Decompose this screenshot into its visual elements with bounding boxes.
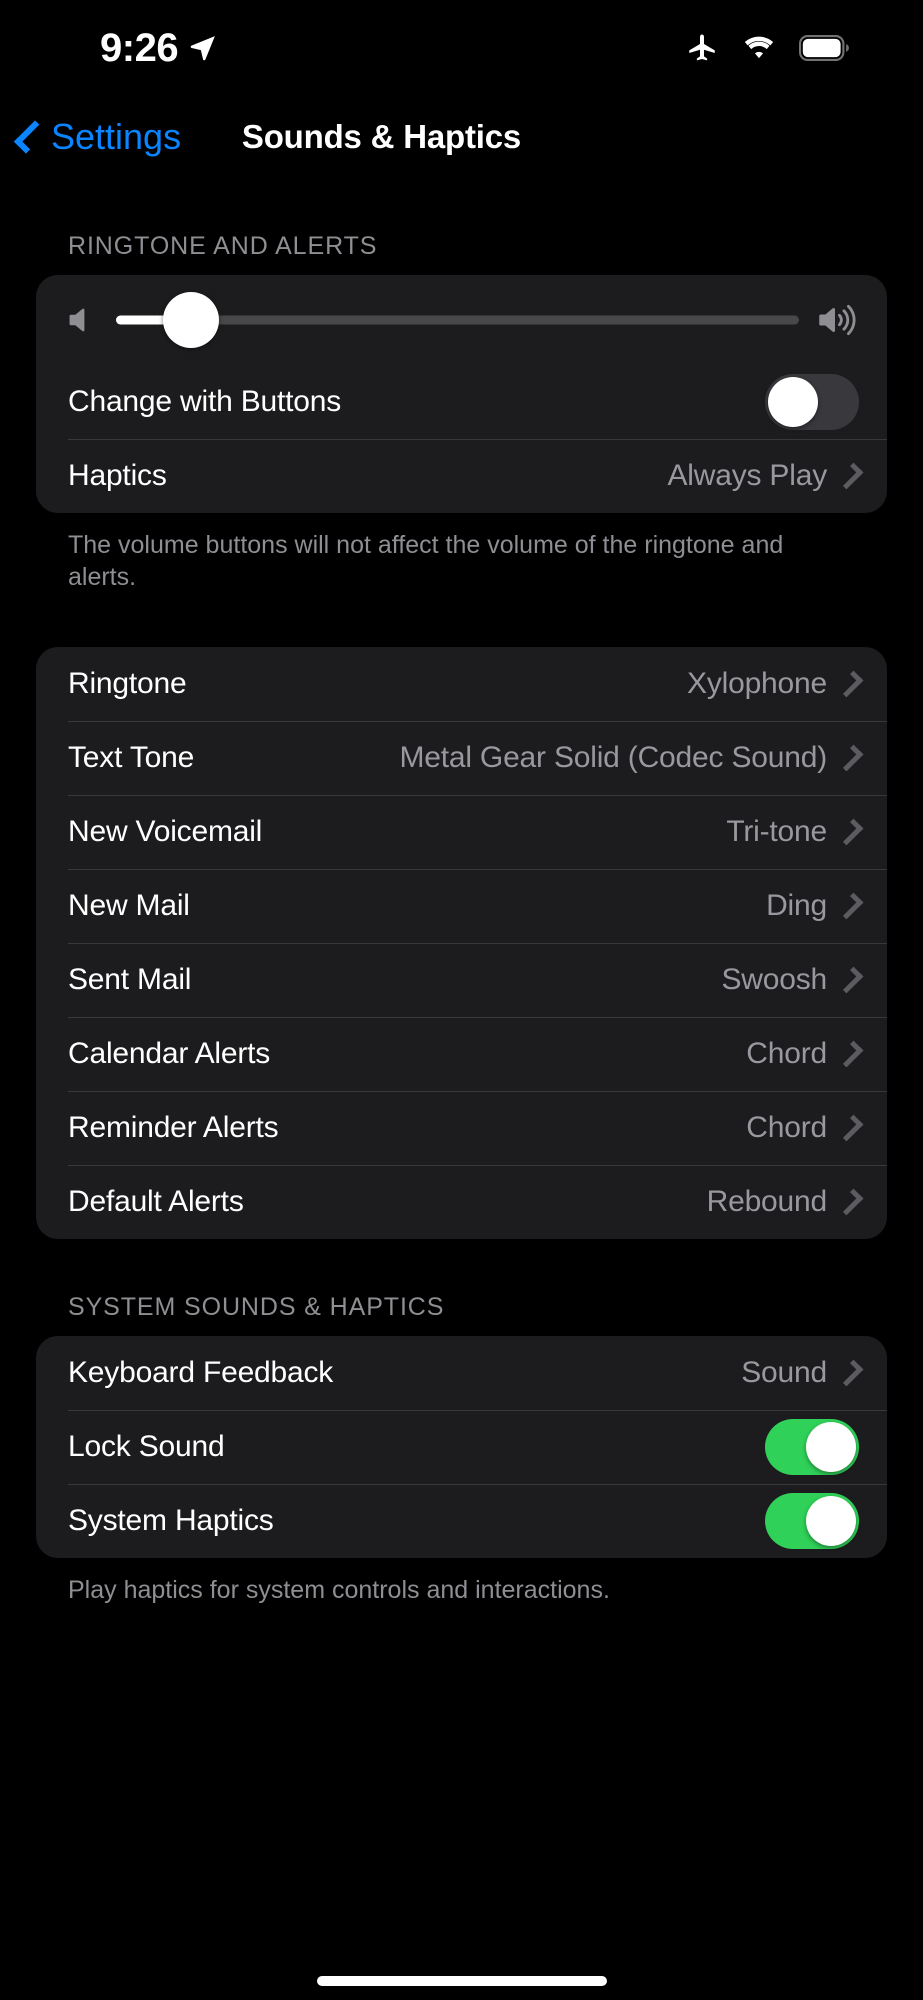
page-title-text: Sounds & Haptics xyxy=(242,118,521,156)
row-calendar-alerts[interactable]: Calendar Alerts Chord xyxy=(36,1017,887,1091)
toggle-knob xyxy=(806,1496,856,1546)
row-value: Metal Gear Solid (Codec Sound) xyxy=(399,741,827,775)
row-right: Chord xyxy=(746,1111,859,1145)
row-text-tone[interactable]: Text Tone Metal Gear Solid (Codec Sound) xyxy=(36,721,887,795)
navigation-bar: Settings Sounds & Haptics xyxy=(0,96,923,178)
row-label: New Voicemail xyxy=(68,815,262,849)
row-system-haptics[interactable]: System Haptics xyxy=(36,1484,887,1558)
row-right xyxy=(765,1493,859,1549)
row-keyboard-feedback[interactable]: Keyboard Feedback Sound xyxy=(36,1336,887,1410)
toggle-system-haptics[interactable] xyxy=(765,1493,859,1549)
spacer-before-system xyxy=(0,1239,923,1293)
row-value: Xylophone xyxy=(687,667,827,701)
section-footer-system: Play haptics for system controls and int… xyxy=(0,1558,923,1606)
row-label: Sent Mail xyxy=(68,963,191,997)
row-new-voicemail[interactable]: New Voicemail Tri-tone xyxy=(36,795,887,869)
row-sent-mail[interactable]: Sent Mail Swoosh xyxy=(36,943,887,1017)
row-right: Chord xyxy=(746,1037,859,1071)
wifi-icon xyxy=(741,34,777,62)
section-footer-ringtone: The volume buttons will not affect the v… xyxy=(0,513,923,593)
spacer-top xyxy=(0,178,923,232)
section-header-ringtone: RINGTONE AND ALERTS xyxy=(0,232,923,275)
row-reminder-alerts[interactable]: Reminder Alerts Chord xyxy=(36,1091,887,1165)
sounds-card: Ringtone Xylophone Text Tone Metal Gear … xyxy=(36,647,887,1239)
ringtone-volume-row xyxy=(36,275,887,365)
row-right: Always Play xyxy=(667,459,859,493)
row-value: Chord xyxy=(746,1037,827,1071)
row-right: Rebound xyxy=(707,1185,859,1219)
chevron-right-icon xyxy=(837,463,864,490)
slider-thumb[interactable] xyxy=(163,292,219,348)
row-label: Calendar Alerts xyxy=(68,1037,270,1071)
row-value: Swoosh xyxy=(721,963,827,997)
chevron-right-icon xyxy=(837,967,864,994)
row-value: Ding xyxy=(766,889,827,923)
row-label: Change with Buttons xyxy=(68,385,341,419)
status-bar-right xyxy=(685,31,851,65)
row-default-alerts[interactable]: Default Alerts Rebound xyxy=(36,1165,887,1239)
chevron-right-icon xyxy=(837,1041,864,1068)
chevron-right-icon xyxy=(837,1189,864,1216)
row-label: New Mail xyxy=(68,889,190,923)
toggle-lock-sound[interactable] xyxy=(765,1419,859,1475)
row-right: Sound xyxy=(741,1356,859,1390)
battery-full-icon xyxy=(799,34,851,62)
airplane-mode-icon xyxy=(685,31,719,65)
toggle-change-with-buttons[interactable] xyxy=(765,374,859,430)
row-value: Chord xyxy=(746,1111,827,1145)
settings-content: RINGTONE AND ALERTS xyxy=(0,178,923,2000)
row-right: Swoosh xyxy=(721,963,859,997)
row-value: Tri-tone xyxy=(726,815,827,849)
chevron-right-icon xyxy=(837,671,864,698)
row-right xyxy=(765,374,859,430)
status-bar-left: 9:26 xyxy=(100,28,218,68)
section-header-system: SYSTEM SOUNDS & HAPTICS xyxy=(0,1293,923,1336)
row-label: Reminder Alerts xyxy=(68,1111,278,1145)
page-title: Sounds & Haptics xyxy=(0,118,923,156)
row-label: Text Tone xyxy=(68,741,194,775)
row-right: Xylophone xyxy=(687,667,859,701)
row-haptics[interactable]: Haptics Always Play xyxy=(36,439,887,513)
row-label: Keyboard Feedback xyxy=(68,1356,333,1390)
row-value: Rebound xyxy=(707,1185,827,1219)
chevron-right-icon xyxy=(837,819,864,846)
row-lock-sound[interactable]: Lock Sound xyxy=(36,1410,887,1484)
row-label: Ringtone xyxy=(68,667,187,701)
row-label: System Haptics xyxy=(68,1504,274,1538)
toggle-knob xyxy=(768,377,818,427)
row-right: Metal Gear Solid (Codec Sound) xyxy=(399,741,859,775)
spacer-between-sections xyxy=(0,593,923,647)
iphone-settings-screen: 9:26 xyxy=(0,0,923,2000)
speaker-low-icon xyxy=(66,303,100,337)
row-label: Haptics xyxy=(68,459,167,493)
row-label: Default Alerts xyxy=(68,1185,244,1219)
location-arrow-icon xyxy=(188,33,218,63)
speaker-high-icon xyxy=(815,302,861,338)
chevron-right-icon xyxy=(837,1360,864,1387)
row-new-mail[interactable]: New Mail Ding xyxy=(36,869,887,943)
status-bar: 9:26 xyxy=(0,0,923,96)
chevron-right-icon xyxy=(837,893,864,920)
row-value: Always Play xyxy=(667,459,827,493)
toggle-knob xyxy=(806,1422,856,1472)
status-bar-clock: 9:26 xyxy=(100,28,178,68)
row-label: Lock Sound xyxy=(68,1430,224,1464)
row-ringtone[interactable]: Ringtone Xylophone xyxy=(36,647,887,721)
row-right: Tri-tone xyxy=(726,815,859,849)
system-card: Keyboard Feedback Sound Lock Sound Syste… xyxy=(36,1336,887,1558)
row-right: Ding xyxy=(766,889,859,923)
home-indicator[interactable] xyxy=(317,1976,607,1986)
chevron-right-icon xyxy=(837,745,864,772)
row-change-with-buttons[interactable]: Change with Buttons xyxy=(36,365,887,439)
row-right xyxy=(765,1419,859,1475)
ringtone-card: Change with Buttons Haptics Always Play xyxy=(36,275,887,513)
row-value: Sound xyxy=(741,1356,827,1390)
chevron-right-icon xyxy=(837,1115,864,1142)
ringtone-volume-slider[interactable] xyxy=(116,300,799,340)
